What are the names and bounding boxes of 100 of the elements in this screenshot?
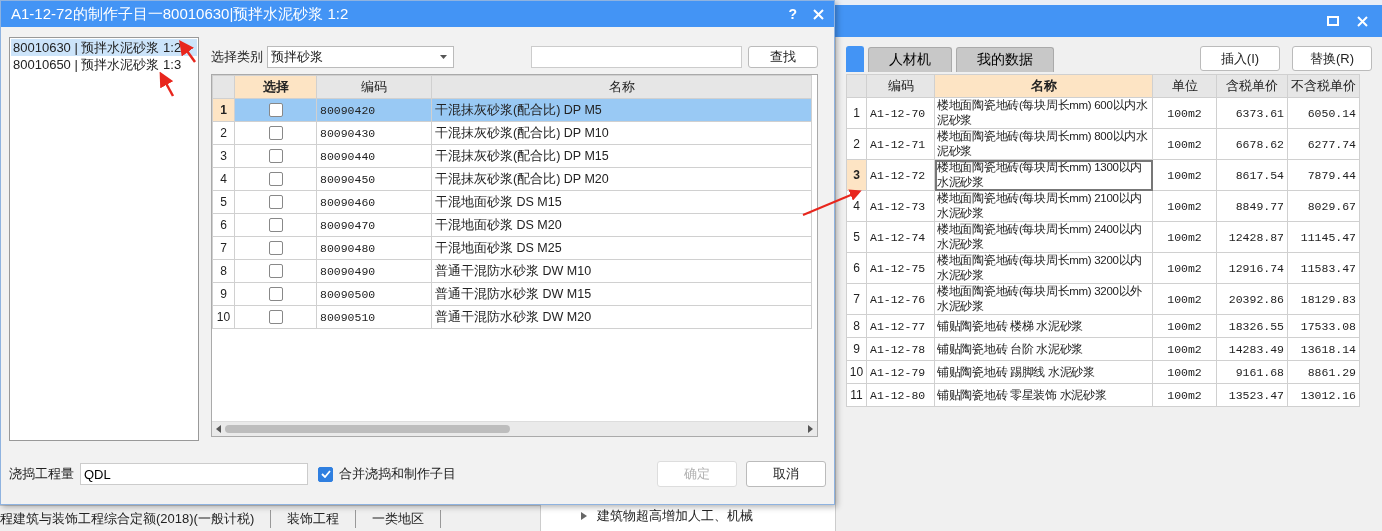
table-cell: 80090500: [316, 282, 432, 306]
list-item[interactable]: 80010650 | 预拌水泥砂浆 1:3: [11, 56, 197, 73]
table-cell: 80090460: [316, 190, 432, 214]
table-cell: 80090440: [316, 144, 432, 168]
table-cell: 100m2: [1152, 97, 1217, 129]
row-number: 6: [212, 213, 235, 237]
row-number: 9: [212, 282, 235, 306]
table-cell: 楼地面陶瓷地砖(每块周长mm) 2100以内水泥砂浆: [934, 190, 1153, 222]
toolbar-button[interactable]: 插入(I): [1200, 46, 1280, 71]
list-item[interactable]: 80010630 | 预拌水泥砂浆 1:2: [11, 39, 197, 56]
toolbar-button[interactable]: 替换(R): [1292, 46, 1372, 71]
quantity-field[interactable]: QDL: [80, 463, 308, 485]
table-cell: 80090480: [316, 236, 432, 260]
arrow-annotation: [159, 71, 175, 97]
table-cell: 80090510: [316, 305, 432, 329]
table-cell: 8617.54: [1216, 159, 1288, 191]
row-number: 7: [212, 236, 235, 260]
table-cell: 12428.87: [1216, 221, 1288, 253]
row-number: 10: [846, 360, 867, 384]
table-cell: 9161.68: [1216, 360, 1288, 384]
table-cell: 6373.61: [1216, 97, 1288, 129]
checkbox[interactable]: [268, 126, 283, 141]
arrow-annotation: [802, 189, 862, 216]
row-number: 8: [212, 259, 235, 283]
status-text: 程建筑与装饰工程综合定额(2018)(一般计税): [0, 509, 272, 528]
row-number: 9: [846, 337, 867, 361]
maximize-icon[interactable]: [1327, 16, 1339, 26]
close-icon[interactable]: [1357, 15, 1368, 27]
tab[interactable]: 我的数据: [956, 47, 1054, 72]
row-number: 8: [846, 314, 867, 338]
row-number: 2: [846, 128, 867, 160]
scroll-right-icon[interactable]: [808, 425, 813, 433]
table-cell: A1-12-79: [866, 360, 935, 384]
column-header[interactable]: 名称: [934, 74, 1153, 98]
table-cell: 干混抹灰砂浆(配合比) DP M5: [431, 98, 812, 122]
checkbox[interactable]: [268, 264, 283, 279]
table-cell: 楼地面陶瓷地砖(每块周长mm) 3200以内水泥砂浆: [934, 252, 1153, 284]
column-header[interactable]: 编码: [866, 74, 935, 98]
table-cell: 100m2: [1152, 190, 1217, 222]
table-cell: 17533.08: [1287, 314, 1360, 338]
row-number: 2: [212, 121, 235, 145]
checkbox[interactable]: [268, 149, 283, 164]
checkbox-label[interactable]: 合并浇捣和制作子目: [339, 465, 456, 483]
table-cell: 7879.44: [1287, 159, 1360, 191]
expand-icon[interactable]: [581, 512, 587, 520]
table-cell: 6678.62: [1216, 128, 1288, 160]
table-cell: 8861.29: [1287, 360, 1360, 384]
table-cell: A1-12-78: [866, 337, 935, 361]
category-label: 选择类别: [211, 48, 263, 66]
dialog-title: A1-12-72的制作子目一80010630|预拌水泥砂浆 1:2: [11, 4, 349, 24]
checkbox[interactable]: [318, 466, 333, 482]
table-cell: A1-12-70: [866, 97, 935, 129]
table-cell: 13618.14: [1287, 337, 1360, 361]
row-number: 4: [212, 167, 235, 191]
column-header[interactable]: 选择: [234, 75, 317, 99]
row-number: 11: [846, 383, 867, 407]
table-cell: 12916.74: [1216, 252, 1288, 284]
table-cell: 18326.55: [1216, 314, 1288, 338]
column-header[interactable]: 单位: [1152, 74, 1217, 98]
row-number: 5: [212, 190, 235, 214]
checkbox[interactable]: [268, 310, 283, 325]
checkbox[interactable]: [268, 287, 283, 302]
table-cell: 80090430: [316, 121, 432, 145]
row-number: 6: [846, 252, 867, 284]
category-dropdown[interactable]: 预拌砂浆: [267, 46, 454, 68]
checkbox[interactable]: [268, 241, 283, 256]
checkbox[interactable]: [268, 103, 283, 118]
arrow-annotation: [179, 39, 196, 63]
dialog-button[interactable]: 取消: [746, 461, 826, 487]
dropdown-caret-icon[interactable]: [440, 55, 447, 59]
table-cell: 100m2: [1152, 159, 1217, 191]
table-cell: 80090420: [316, 98, 432, 122]
column-header[interactable]: 含税单价: [1216, 74, 1288, 98]
table-cell: 11583.47: [1287, 252, 1360, 284]
column-header[interactable]: 编码: [316, 75, 432, 99]
horizontal-scrollbar[interactable]: [212, 421, 817, 436]
table-cell: 13523.47: [1216, 383, 1288, 407]
table-cell: 8029.67: [1287, 190, 1360, 222]
table-cell: A1-12-80: [866, 383, 935, 407]
search-button[interactable]: 查找: [748, 46, 818, 68]
checkbox[interactable]: [268, 195, 283, 210]
tab[interactable]: 人材机: [868, 47, 952, 72]
search-field[interactable]: [531, 46, 742, 68]
checkbox[interactable]: [268, 172, 283, 187]
status-text: 装饰工程: [287, 509, 357, 528]
table-cell: 100m2: [1152, 383, 1217, 407]
table-cell: 楼地面陶瓷地砖(每块周长mm) 1300以内水泥砂浆: [934, 159, 1153, 191]
table-cell: 100m2: [1152, 283, 1217, 315]
scroll-left-icon[interactable]: [216, 425, 221, 433]
column-header[interactable]: 不含税单价: [1287, 74, 1360, 98]
column-header[interactable]: 名称: [431, 75, 812, 99]
row-number: 3: [212, 144, 235, 168]
row-number: 7: [846, 283, 867, 315]
tree-item[interactable]: 建筑物超高增加人工、机械: [597, 507, 753, 525]
table-cell: 80090490: [316, 259, 432, 283]
checkbox[interactable]: [268, 218, 283, 233]
quantity-label: 浇捣工程量: [9, 465, 74, 483]
table-cell: 铺贴陶瓷地砖 零星装饰 水泥砂浆: [934, 383, 1153, 407]
close-icon[interactable]: [813, 8, 824, 20]
table-cell: 楼地面陶瓷地砖(每块周长mm) 800以内水泥砂浆: [934, 128, 1153, 160]
